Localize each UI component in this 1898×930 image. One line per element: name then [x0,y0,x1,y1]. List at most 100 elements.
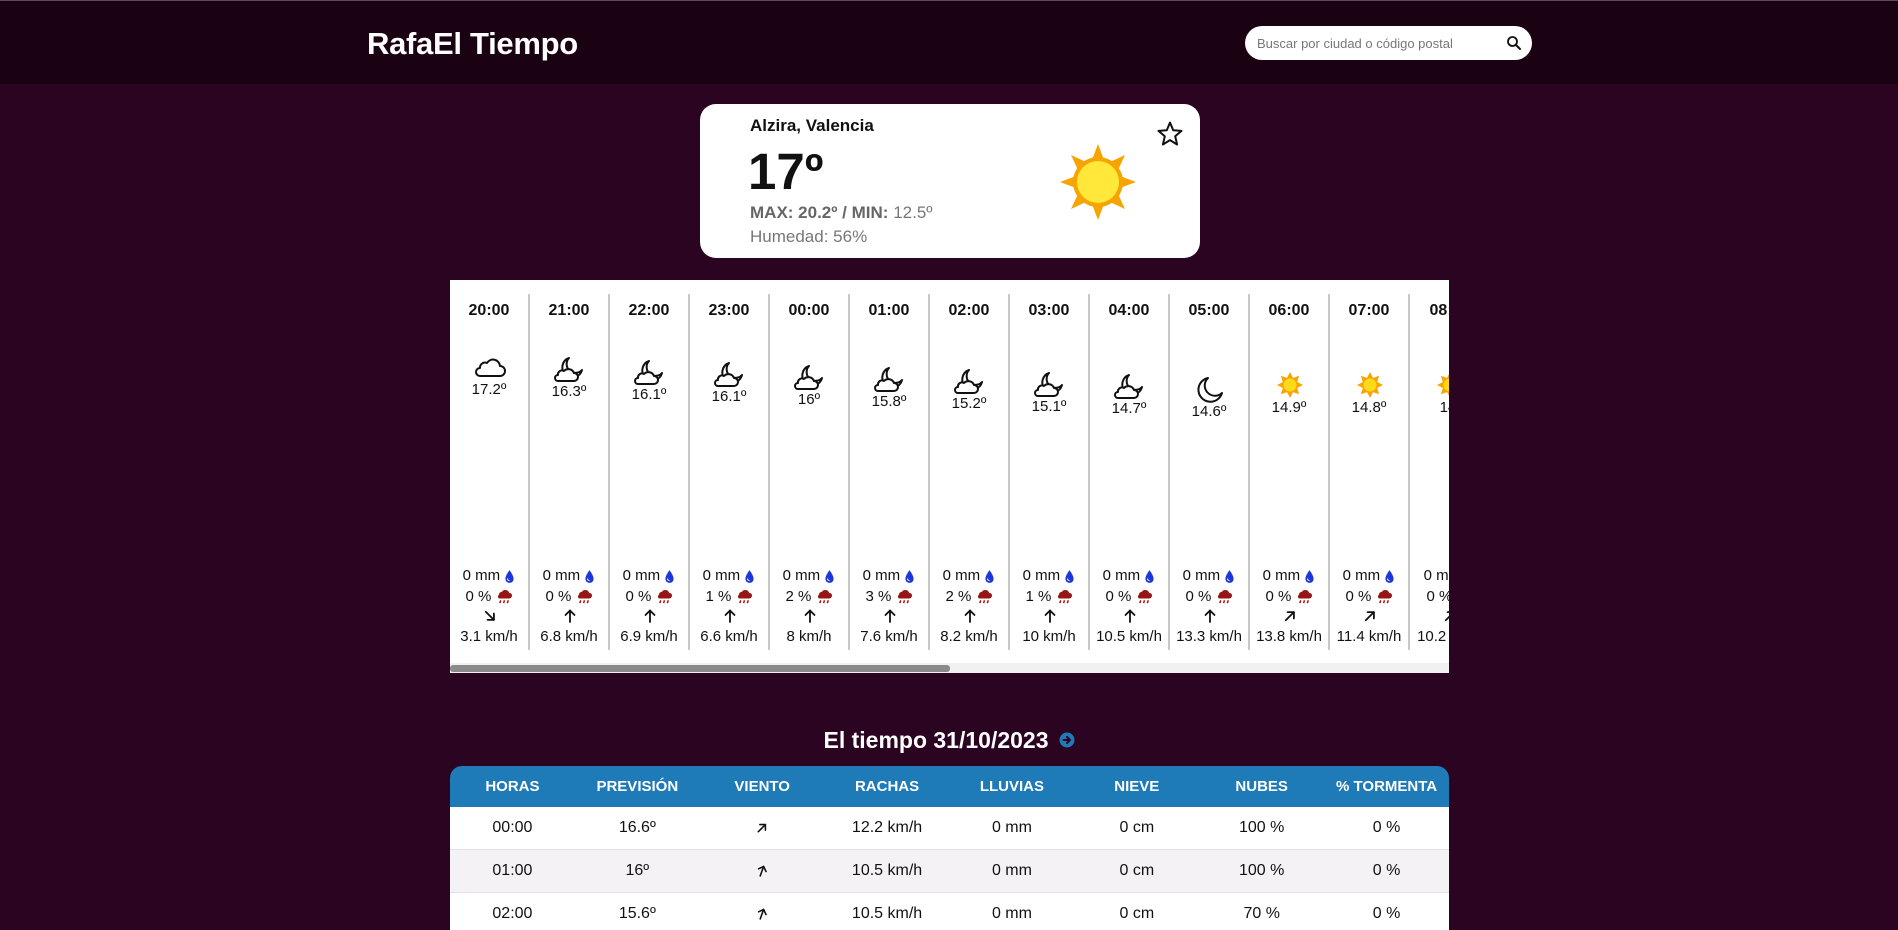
moon-cloud-icon [634,359,663,385]
hour-weather-icon [474,352,506,382]
hour-column: 22:00 16.1º 0 mm 0 % 6.9 km/h [610,294,690,650]
rain-probability: 0 % [610,588,688,605]
search-box [1245,26,1532,60]
hour-weather-icon [714,359,746,389]
rain-probability: 3 % [850,588,928,605]
wind-speed: 10.5 km/h [1096,628,1162,645]
rain-cloud-icon [1297,589,1312,603]
table-cell-hour: 00:00 [492,819,533,836]
favorite-star-icon[interactable] [1156,120,1184,148]
column-header: RACHAS [854,778,920,795]
rain-amount: 0 mm [450,567,528,584]
wind-arrow-icon [1044,609,1056,623]
hour-temperature: 15.1º [1031,397,1067,415]
wind-speed: 6.9 km/h [620,628,678,645]
table-cell-clouds: 100 % [1239,819,1285,836]
rain-probability-value: 2 % [945,588,972,605]
rain-probability-value: 0 % [1426,588,1449,605]
search-input[interactable] [1255,34,1492,52]
location-name: Alzira, Valencia [750,116,874,135]
wind-arrow-icon [484,610,495,621]
rain-amount-value: 0 mm [622,567,661,584]
hour-label: 02:00 [948,302,990,319]
wind-arrow-icon [1204,609,1216,623]
horizontal-scrollbar[interactable] [450,663,1449,673]
water-drop-icon [505,569,514,583]
wind-direction-cell [700,862,825,880]
sun-icon [1060,144,1136,220]
table-cell-gusts: 12.2 km/h [851,819,923,836]
moon-cloud-icon [794,364,823,390]
hour-temperature: 14.9º [1271,398,1307,416]
hour-weather-icon [1194,374,1226,404]
wind-arrow-icon [804,609,816,623]
wind-speed: 6.6 km/h [700,628,758,645]
water-drop-icon [1145,569,1154,583]
rain-cloud-icon [1137,589,1152,603]
hour-label: 20:00 [468,302,510,319]
water-drop-icon [985,569,994,583]
hour-weather-icon [634,357,666,387]
hour-temperature: 14.6º [1191,402,1227,420]
wind-speed: 8.2 km/h [940,628,998,645]
scrollbar-thumb[interactable] [450,665,950,672]
rain-probability: 0 % [1090,588,1168,605]
rain-cloud-icon [1217,589,1232,603]
rain-probability: 2 % [930,588,1008,605]
rain-amount-value: 0 mm [1342,567,1381,584]
rain-probability-value: 0 % [625,588,652,605]
rain-probability-value: 0 % [1345,588,1372,605]
rain-amount: 0 mm [1250,567,1328,584]
rain-amount: 0 mm [1170,567,1248,584]
wind-speed: 11.4 km/h [1336,628,1402,645]
brand-logo[interactable]: RafaEl Tiempo [367,26,578,62]
hour-label: 00:00 [788,302,830,319]
moon-icon [1197,376,1223,403]
hour-label: 07:00 [1348,302,1390,319]
current-temperature: 17º [748,143,824,200]
rain-amount: 0 mm [1410,567,1449,584]
next-day-arrow-icon[interactable] [1059,732,1075,748]
rain-cloud-icon [737,589,752,603]
water-drop-icon [825,569,834,583]
top-bar: RafaEl Tiempo [0,0,1898,84]
water-drop-icon [1225,569,1234,583]
rain-probability: 0 % [1330,588,1408,605]
rain-probability: 2 % [770,588,848,605]
sun-icon [1357,371,1383,398]
wind-direction [562,608,578,624]
wind-direction-cell [700,905,825,923]
hour-label: 22:00 [628,302,670,319]
hour-label: 21:00 [548,302,590,319]
hour-weather-icon [1434,370,1449,400]
hour-label: 08:00 [1429,302,1449,319]
rain-amount-value: 0 mm [1423,567,1449,584]
wind-direction [482,608,498,624]
wind-arrow-icon [1444,611,1449,622]
rain-probability: 0 % [1170,588,1248,605]
table-cell-storm: 0 % [1372,905,1401,922]
rain-amount: 0 mm [1330,567,1408,584]
wind-arrow-icon [964,609,976,623]
day-section-title: El tiempo 31/10/2023 [0,727,1898,754]
table-cell-forecast: 15.6º [618,905,656,922]
table-cell-snow: 0 cm [1119,819,1155,836]
hour-temperature: 17.2º [471,381,507,398]
wind-direction [802,608,818,624]
table-row: 02:00 15.6º 10.5 km/h 0 mm 0 cm 70 % 0 % [450,893,1449,930]
rain-amount-value: 0 mm [862,567,901,584]
moon-cloud-icon [874,367,903,392]
moon-cloud-icon [714,362,743,388]
sun-icon [1277,371,1303,398]
search-icon[interactable] [1506,35,1522,51]
table-cell-forecast: 16.6º [618,819,656,836]
hourly-forecast-strip[interactable]: 20:00 17.2º 0 mm 0 % 3.1 km/h 21:00 16.3º 0 m… [450,280,1449,673]
rain-cloud-icon [657,589,672,603]
hour-temperature: 16.1º [631,385,667,403]
cloud-icon [475,358,506,377]
rain-probability-value: 0 % [1265,588,1292,605]
rain-cloud-icon [817,589,832,603]
water-drop-icon [585,569,594,583]
rain-probability-value: 2 % [785,588,812,605]
hour-temperature: 16.1º [711,388,747,406]
